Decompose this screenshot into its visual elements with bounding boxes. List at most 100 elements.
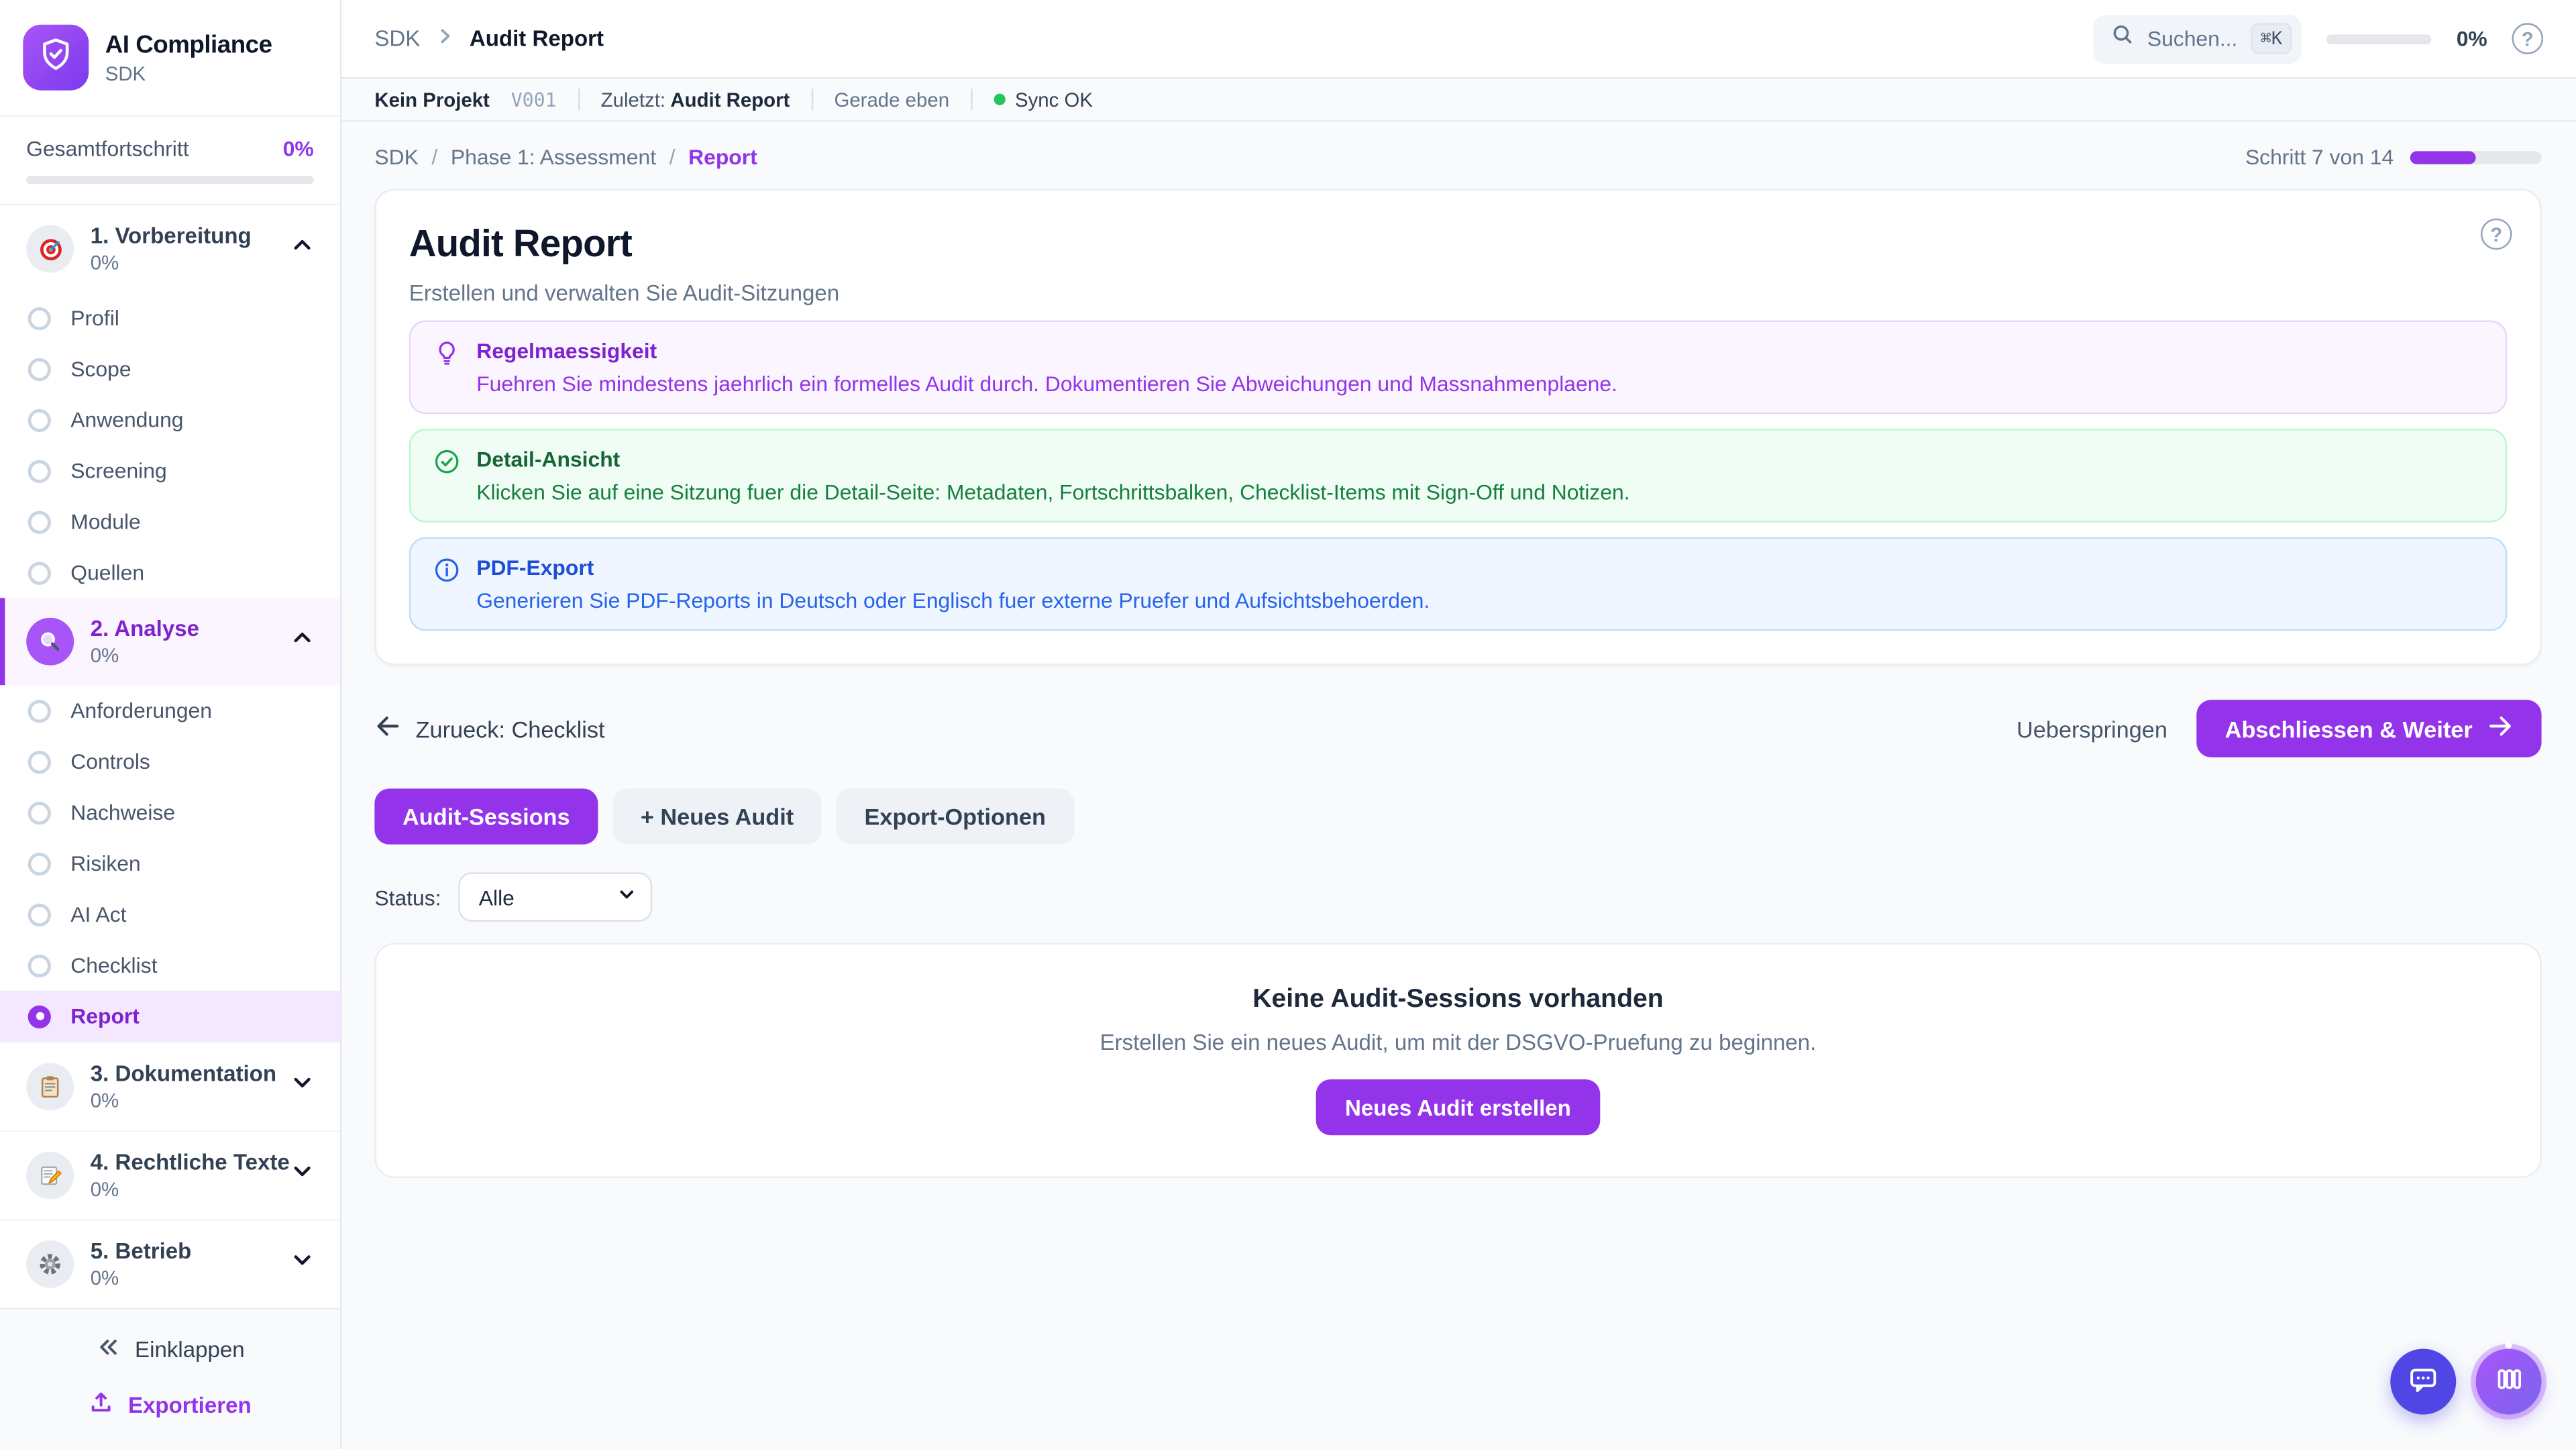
status-bar: Kein Projekt V001 Zuletzt:Audit Report G… [341, 79, 2576, 122]
status-filter-value: Alle [479, 885, 515, 910]
overall-progress-label: Gesamtfortschritt [26, 136, 189, 161]
back-button[interactable]: Zurueck: Checklist [374, 714, 604, 743]
columns-fab-button[interactable] [2476, 1349, 2542, 1415]
card-help-icon[interactable]: ? [2481, 219, 2512, 250]
section-percent: 0% [91, 252, 274, 274]
search-input[interactable]: Suchen... ⌘K [2093, 14, 2302, 63]
sidebar-item-screening[interactable]: Screening [0, 445, 340, 496]
sidebar-item-checklist[interactable]: Checklist [0, 940, 340, 991]
sidebar-item-report[interactable]: Report [0, 991, 340, 1042]
section-label: 2. Analyse [91, 616, 274, 641]
app-window: AI Compliance SDK Gesamtfortschritt 0% 1… [0, 0, 2576, 1449]
arrow-left-icon [374, 714, 400, 743]
radio-icon [28, 307, 51, 329]
floating-buttons [2390, 1349, 2541, 1415]
status-filter-select[interactable]: Alle [459, 872, 653, 921]
tab-neues-audit[interactable]: + Neues Audit [612, 789, 822, 845]
project-name: Kein Projekt [374, 88, 490, 111]
radio-icon [28, 699, 51, 722]
last-visited-value: Audit Report [670, 88, 790, 111]
collapse-sidebar-button[interactable]: Einklappen [95, 1336, 244, 1364]
sidebar-section-betrieb[interactable]: 5. Betrieb 0% [0, 1219, 340, 1307]
header-progress-bar [2326, 34, 2432, 44]
main-area: SDK Audit Report Suchen... ⌘K 0% ? Kein … [341, 0, 2576, 1449]
radio-icon [28, 510, 51, 533]
last-visited-label: Zuletzt: [601, 88, 665, 111]
last-saved-time: Gerade eben [834, 88, 949, 111]
sidebar-item-anforderungen[interactable]: Anforderungen [0, 685, 340, 736]
sidebar-item-label: Risiken [70, 851, 140, 876]
sync-status: Sync OK [994, 88, 1093, 111]
sidebar-section-vorbereitung[interactable]: 1. Vorbereitung 0% [0, 205, 340, 292]
sidebar-section-rechtliche-texte[interactable]: 4. Rechtliche Texte 0% [0, 1130, 340, 1219]
create-audit-button[interactable]: Neues Audit erstellen [1316, 1079, 1601, 1135]
radio-selected-icon [28, 1005, 51, 1028]
complete-next-button[interactable]: Abschliessen & Weiter [2197, 700, 2542, 757]
sidebar-section-analyse[interactable]: 2. Analyse 0% [0, 598, 340, 685]
sidebar-item-controls[interactable]: Controls [0, 736, 340, 787]
sidebar-item-risiken[interactable]: Risiken [0, 838, 340, 889]
sidebar-item-anwendung[interactable]: Anwendung [0, 394, 340, 445]
sidebar-item-label: Anforderungen [70, 698, 212, 723]
sidebar-item-label: Report [70, 1004, 140, 1028]
empty-state-title: Keine Audit-Sessions vorhanden [1252, 985, 1664, 1015]
status-filter-row: Status: Alle [374, 872, 2541, 921]
page-crumb-phase[interactable]: Phase 1: Assessment [451, 145, 656, 170]
radio-icon [28, 903, 51, 926]
breadcrumb-root[interactable]: SDK [374, 26, 420, 51]
sidebar-item-module[interactable]: Module [0, 496, 340, 547]
sidebar-item-scope[interactable]: Scope [0, 343, 340, 394]
search-placeholder: Suchen... [2147, 26, 2238, 51]
tab-export-optionen[interactable]: Export-Optionen [837, 789, 1074, 845]
collapse-label: Einklappen [135, 1337, 245, 1362]
check-circle-icon [434, 449, 460, 504]
sidebar-item-nachweise[interactable]: Nachweise [0, 787, 340, 838]
skip-button[interactable]: Ueberspringen [2017, 716, 2167, 742]
chevron-up-icon [290, 626, 313, 657]
callout-text: Fuehren Sie mindestens jaehrlich ein for… [476, 371, 1617, 396]
section-percent: 0% [91, 1267, 274, 1289]
callout-text: Generieren Sie PDF-Reports in Deutsch od… [476, 588, 1430, 613]
chat-fab-button[interactable] [2390, 1349, 2456, 1415]
sidebar: AI Compliance SDK Gesamtfortschritt 0% 1… [0, 0, 341, 1449]
section-label: 1. Vorbereitung [91, 223, 274, 248]
chevron-down-icon [290, 1160, 313, 1191]
tabs-row: Audit-Sessions + Neues Audit Export-Opti… [374, 789, 2541, 845]
arrow-right-icon [2487, 714, 2514, 743]
export-button[interactable]: Exportieren [89, 1390, 252, 1419]
export-label: Exportieren [128, 1393, 252, 1417]
sidebar-item-label: Profil [70, 306, 119, 331]
sidebar-item-quellen[interactable]: Quellen [0, 547, 340, 598]
lightbulb-icon [434, 340, 460, 396]
radio-icon [28, 801, 51, 824]
step-progress-bar [2410, 150, 2542, 164]
empty-state-card: Keine Audit-Sessions vorhanden Erstellen… [374, 943, 2541, 1178]
section-percent: 0% [91, 1178, 274, 1201]
callout-regelmaessigkeit: Regelmaessigkeit Fuehren Sie mindestens … [409, 321, 2507, 415]
page-crumb-root[interactable]: SDK [374, 145, 418, 170]
divider [578, 89, 579, 110]
section-percent: 0% [91, 644, 274, 667]
help-icon[interactable]: ? [2512, 23, 2543, 54]
target-icon [26, 225, 74, 273]
sidebar-item-label: Scope [70, 356, 131, 381]
wizard-nav-row: Zurueck: Checklist Ueberspringen Abschli… [374, 700, 2541, 757]
sidebar-section-dokumentation[interactable]: 3. Dokumentation 0% [0, 1042, 340, 1130]
sidebar-item-label: Checklist [70, 953, 157, 977]
radio-icon [28, 852, 51, 875]
divider [811, 89, 812, 110]
radio-icon [28, 409, 51, 431]
section-label: 3. Dokumentation [91, 1061, 274, 1086]
sidebar-item-profil[interactable]: Profil [0, 292, 340, 343]
overall-progress-bar [26, 176, 314, 184]
gear-icon [26, 1240, 74, 1288]
step-label: Schritt 7 von 14 [2245, 145, 2394, 170]
overall-progress: Gesamtfortschritt 0% [0, 117, 340, 205]
sidebar-item-label: Screening [70, 458, 166, 483]
sidebar-item-ai-act[interactable]: AI Act [0, 889, 340, 940]
keyboard-shortcut-badge: ⌘K [2251, 23, 2292, 54]
tab-audit-sessions[interactable]: Audit-Sessions [374, 789, 598, 845]
sidebar-item-label: AI Act [70, 902, 126, 926]
radio-icon [28, 459, 51, 482]
empty-state-text: Erstellen Sie ein neues Audit, um mit de… [1100, 1030, 1817, 1055]
